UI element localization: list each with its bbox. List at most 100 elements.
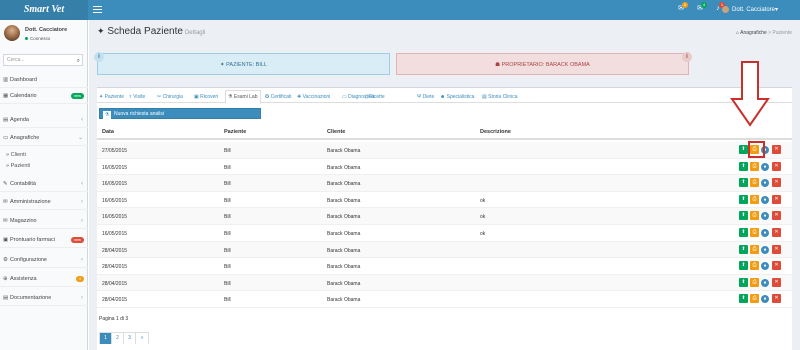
calendar-icon: ▦ <box>3 93 9 99</box>
flask-icon: ⚗ <box>103 111 111 119</box>
print-icon[interactable]: ⎙ <box>750 161 759 171</box>
sidebar-item-magazzino[interactable]: ✉ Magazzino ‹ <box>0 213 88 229</box>
print-icon[interactable]: ⎙ <box>750 261 759 271</box>
table-row[interactable]: 28/04/2015 Bill Barack Obama ⬆ ⎙ ● ✕ <box>97 291 792 308</box>
table-row[interactable]: 28/04/2015 Bill Barack Obama ⬆ ⎙ ● ✕ <box>97 274 792 292</box>
view-icon[interactable]: ● <box>761 262 769 271</box>
new-analysis-request-button[interactable]: ⚗ Nuova richiesta analisi <box>99 108 261 119</box>
menu-toggle-icon[interactable] <box>93 6 102 13</box>
tab-storia-clinica[interactable]: ▤ Storia Clinica <box>482 91 518 103</box>
sidebar-subitem-pazienti[interactable]: » Pazienti <box>0 161 88 172</box>
book-icon: ▤ <box>3 295 9 301</box>
sidebar-item-calendario[interactable]: ▦ Calendario new <box>0 88 88 104</box>
table-row[interactable]: 16/05/2015 Bill Barack Obama ok ⬆ ⎙ ● ✕ <box>97 192 792 209</box>
upload-icon[interactable]: ⬆ <box>739 178 748 188</box>
upload-icon[interactable]: ⬆ <box>739 261 748 271</box>
table-row[interactable]: 16/05/2015 Bill Barack Obama ⬆ ⎙ ● ✕ <box>97 159 792 176</box>
print-icon[interactable]: ⎙ <box>750 277 759 287</box>
breadcrumb-home[interactable]: Anagrafiche <box>740 30 767 36</box>
view-icon[interactable]: ● <box>761 179 769 188</box>
upload-icon[interactable]: ⬆ <box>739 161 748 171</box>
sidebar-item-contabilit[interactable]: ✎ Contabilità ‹ <box>0 176 88 192</box>
breadcrumb: ⌂ Anagrafiche > Paziente <box>736 30 792 36</box>
delete-icon[interactable]: ✕ <box>772 277 781 287</box>
view-icon[interactable]: ● <box>761 195 769 204</box>
view-icon[interactable]: ● <box>761 212 769 221</box>
tab-diete[interactable]: Ψ Diete <box>417 91 434 103</box>
upload-icon[interactable]: ⬆ <box>739 277 748 287</box>
table-row[interactable]: 28/04/2015 Bill Barack Obama ⬆ ⎙ ● ✕ <box>97 258 792 275</box>
delete-icon[interactable]: ✕ <box>772 244 781 254</box>
view-icon[interactable]: ● <box>761 245 769 254</box>
app-logo[interactable]: Smart Vet <box>0 0 88 20</box>
tab-specialistica[interactable]: ☻ Specialistica <box>440 91 474 103</box>
pagination-page-1[interactable]: 1 <box>100 333 112 344</box>
table-row[interactable]: 16/05/2015 Bill Barack Obama ok ⬆ ⎙ ● ✕ <box>97 208 792 225</box>
upload-icon[interactable]: ⬆ <box>739 228 748 237</box>
tab-paziente[interactable]: ✦ Paziente <box>99 91 124 103</box>
paw-icon: ✦ <box>99 94 104 100</box>
column-header-paziente[interactable]: Paziente <box>224 129 246 135</box>
sidebar-subitem-clienti[interactable]: » Clienti <box>0 150 88 161</box>
view-icon[interactable]: ● <box>761 295 769 304</box>
cell-data: 16/05/2015 <box>102 231 128 237</box>
table-row[interactable]: 16/05/2015 Bill Barack Obama ok ⬆ ⎙ ● ✕ <box>97 225 792 242</box>
delete-icon[interactable]: ✕ <box>772 194 781 204</box>
print-icon[interactable]: ⎙ <box>750 178 759 188</box>
upload-icon[interactable]: ⬆ <box>739 194 748 204</box>
upload-icon[interactable]: ⬆ <box>739 244 748 254</box>
sidebar-item-prontuario-farmaci[interactable]: ▣ Prontuario farmaci new <box>0 232 88 248</box>
delete-icon[interactable]: ✕ <box>772 261 781 271</box>
sidebar-search-input[interactable]: Cerca... ⌕ <box>3 54 83 66</box>
tab-ricoveri[interactable]: ▣ Ricoveri <box>194 91 218 103</box>
annotation-highlight-box <box>748 141 765 158</box>
upload-icon[interactable]: ⬆ <box>739 211 748 221</box>
tab-visite[interactable]: ⚕ Visite <box>129 91 145 103</box>
print-icon[interactable]: ⎙ <box>750 228 759 237</box>
sidebar-item-anagrafiche[interactable]: ▭ Anagrafiche ⌄ <box>0 130 88 146</box>
sidebar-item-documentazione[interactable]: ▤ Documentazione ‹ <box>0 290 88 306</box>
print-icon[interactable]: ⎙ <box>750 211 759 221</box>
upload-icon[interactable]: ⬆ <box>739 294 748 304</box>
column-header-cliente[interactable]: Cliente <box>327 129 345 135</box>
sidebar-item-configurazione[interactable]: ⚙ Configurazione ‹ <box>0 252 88 268</box>
sidebar-item-agenda[interactable]: ▤ Agenda ‹ <box>0 112 88 128</box>
column-header-descrizione[interactable]: Descrizione <box>480 129 511 135</box>
paw-icon: ✦ <box>220 62 225 68</box>
table-row[interactable]: 16/05/2015 Bill Barack Obama ⬆ ⎙ ● ✕ <box>97 175 792 192</box>
tab-ricette[interactable]: ▯ Ricette <box>365 91 385 103</box>
delete-icon[interactable]: ✕ <box>772 178 781 188</box>
column-header-data[interactable]: Data <box>102 129 114 135</box>
sidebar-item-assistenza[interactable]: ⊕ Assistenza 4 <box>0 271 88 287</box>
user-menu[interactable]: Dott. Cacciatore▾ <box>722 0 778 20</box>
print-icon[interactable]: ⎙ <box>750 244 759 254</box>
delete-icon[interactable]: ✕ <box>772 211 781 221</box>
print-icon[interactable]: ⎙ <box>750 194 759 204</box>
print-icon[interactable]: ⎙ <box>750 294 759 304</box>
delete-icon[interactable]: ✕ <box>772 228 781 237</box>
sidebar-item-dashboard[interactable]: ▥ Dashboard <box>0 72 88 88</box>
delete-icon[interactable]: ✕ <box>772 161 781 171</box>
sidebar-item-amministrazione[interactable]: ✉ Amministrazione ‹ <box>0 194 88 210</box>
pagination-page-3[interactable]: 3 <box>124 333 136 344</box>
pagination-page-2[interactable]: 2 <box>112 333 124 344</box>
search-icon[interactable]: ⌕ <box>77 56 80 66</box>
annotation-arrow-icon <box>730 61 770 127</box>
cell-paziente: Bill <box>224 280 231 287</box>
table-row[interactable]: 27/05/2015 Bill Barack Obama ⬆ ⎙ ● ✕ <box>97 142 792 159</box>
pagination-next-button[interactable]: » <box>136 333 148 344</box>
cell-paziente: Bill <box>224 197 231 204</box>
delete-icon[interactable]: ✕ <box>772 294 781 304</box>
avatar <box>722 5 729 13</box>
delete-icon[interactable]: ✕ <box>772 145 781 154</box>
view-icon[interactable]: ● <box>761 278 769 287</box>
tab-certificati[interactable]: ✪ Certificati <box>265 91 291 103</box>
upload-icon[interactable]: ⬆ <box>739 145 748 154</box>
cell-cliente: Barack Obama <box>327 280 361 287</box>
tab-esami-lab[interactable]: ⚗ Esami Lab <box>225 90 261 104</box>
view-icon[interactable]: ● <box>761 229 769 237</box>
tab-chirurgia[interactable]: ✂ Chirurgia <box>157 91 183 103</box>
view-icon[interactable]: ● <box>761 162 769 171</box>
table-row[interactable]: 28/04/2015 Bill Barack Obama ⬆ ⎙ ● ✕ <box>97 241 792 259</box>
tab-vaccinazioni[interactable]: ✚ Vaccinazioni <box>297 91 330 103</box>
